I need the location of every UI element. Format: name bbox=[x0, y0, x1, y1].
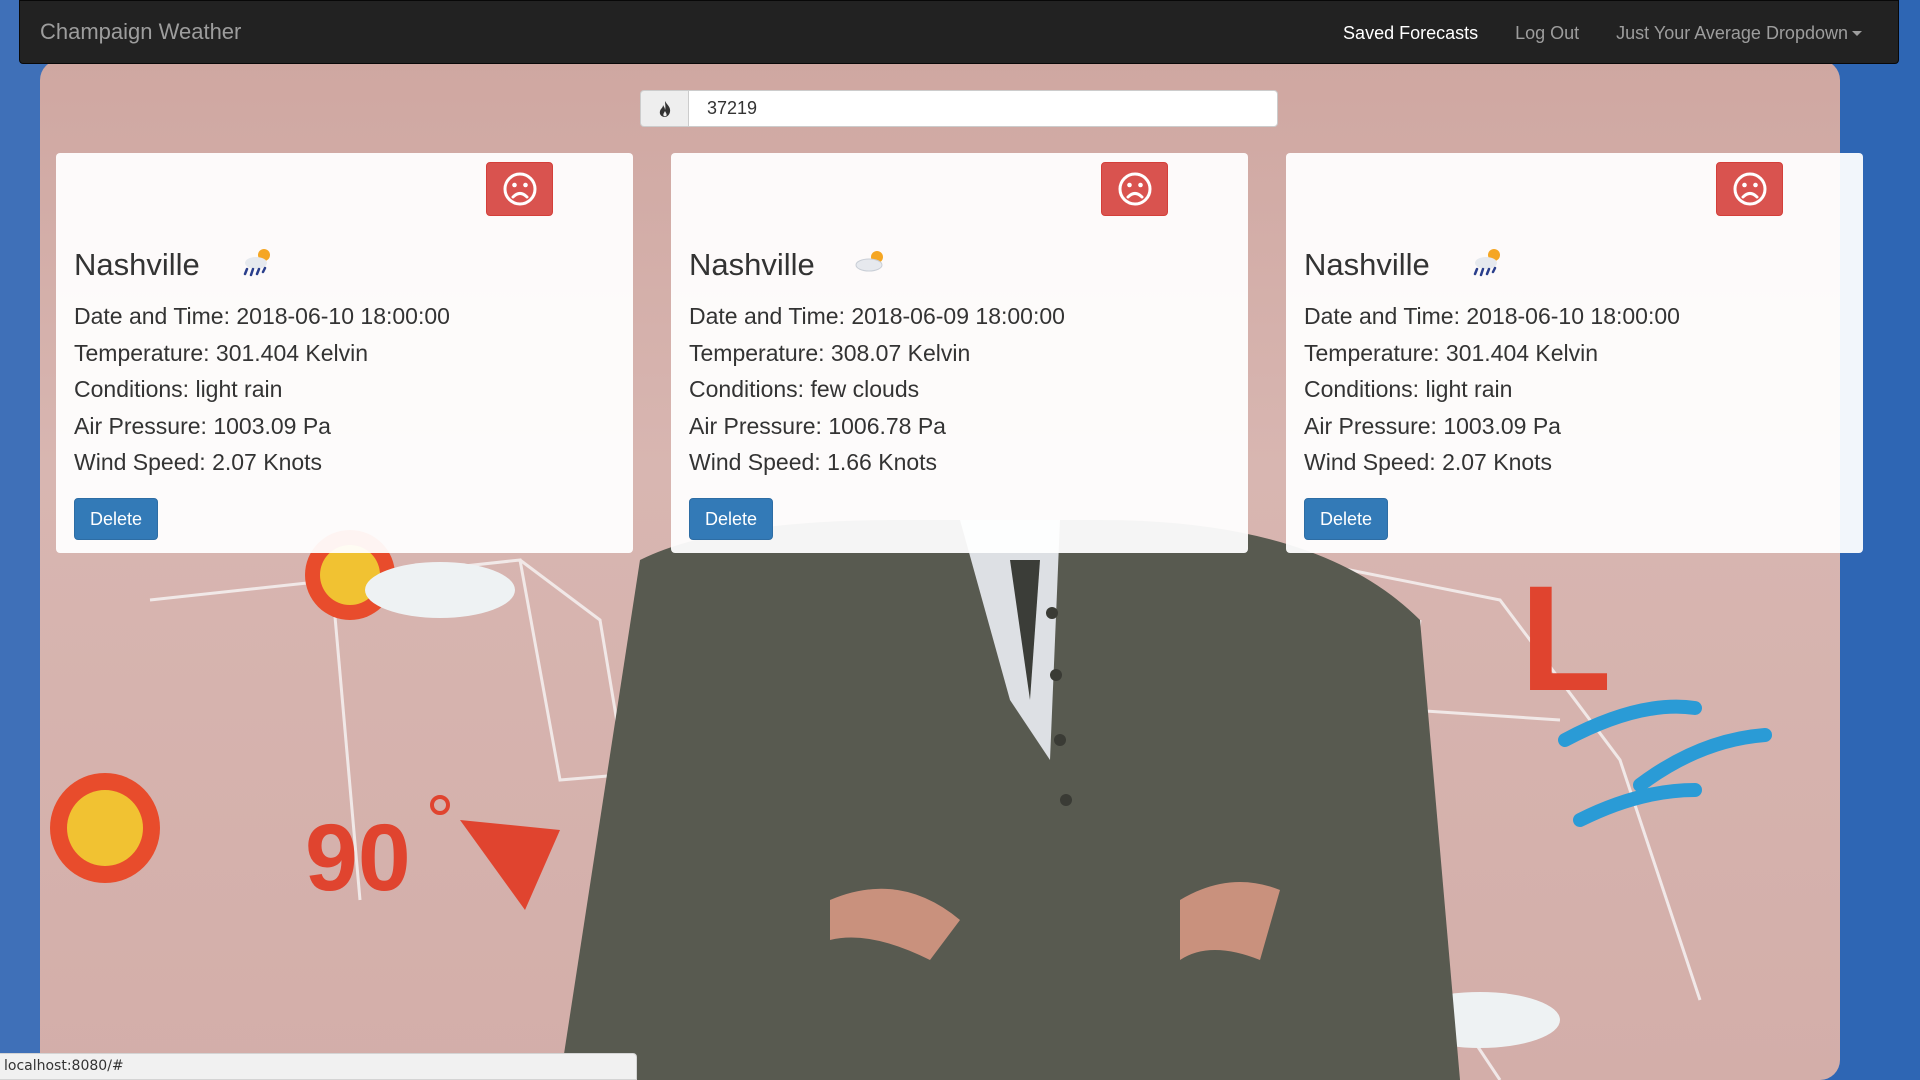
nav-dropdown-label: Just Your Average Dropdown bbox=[1616, 22, 1848, 43]
temperature: Temperature: 308.07 Kelvin bbox=[689, 339, 971, 366]
forecast-details: Date and Time: 2018-06-10 18:00:00 Tempe… bbox=[74, 298, 450, 481]
sad-face-icon bbox=[1733, 172, 1766, 206]
temperature: Temperature: 301.404 Kelvin bbox=[74, 339, 369, 366]
fire-icon[interactable] bbox=[640, 90, 688, 127]
nav-log-out[interactable]: Log Out bbox=[1515, 23, 1579, 44]
city-name: Nashville bbox=[1304, 247, 1430, 282]
top-navbar: Champaign Weather Saved Forecasts Log Ou… bbox=[19, 0, 1899, 64]
svg-text:L: L bbox=[1520, 554, 1612, 722]
nav-saved-forecasts[interactable]: Saved Forecasts bbox=[1343, 23, 1478, 44]
air-pressure: Air Pressure: 1003.09 Pa bbox=[1304, 412, 1561, 439]
sad-face-icon bbox=[1118, 172, 1151, 206]
zip-search-input[interactable] bbox=[688, 90, 1278, 127]
conditions: Conditions: few clouds bbox=[689, 376, 920, 402]
few-clouds-icon bbox=[855, 251, 883, 272]
date-time: Date and Time: 2018-06-09 18:00:00 bbox=[689, 303, 1065, 329]
city-name: Nashville bbox=[689, 247, 815, 282]
conditions: Conditions: light rain bbox=[74, 376, 283, 402]
sun-icon-left bbox=[50, 773, 160, 883]
light-rain-icon bbox=[1473, 249, 1500, 277]
wind-speed: Wind Speed: 2.07 Knots bbox=[74, 449, 323, 475]
temperature: Temperature: 301.404 Kelvin bbox=[1304, 339, 1599, 366]
forecast-details: Date and Time: 2018-06-09 18:00:00 Tempe… bbox=[689, 298, 1065, 481]
date-time: Date and Time: 2018-06-10 18:00:00 bbox=[74, 303, 450, 329]
forecast-card: Nashville Date and Time: 2018-06-10 18:0… bbox=[56, 153, 633, 553]
delete-button[interactable]: Delete bbox=[74, 498, 158, 540]
dislike-button[interactable] bbox=[1716, 162, 1783, 216]
forecast-card: Nashville Date and Time: 2018-06-09 18:0… bbox=[671, 153, 1248, 553]
delete-button[interactable]: Delete bbox=[689, 498, 773, 540]
status-bar-url: localhost:8080/# bbox=[0, 1053, 637, 1080]
brand-link[interactable]: Champaign Weather bbox=[40, 19, 241, 45]
light-rain-icon bbox=[243, 249, 270, 277]
sad-face-icon bbox=[503, 172, 536, 206]
nav-dropdown[interactable]: Just Your Average Dropdown bbox=[1616, 23, 1862, 44]
forecast-card: Nashville Date and Time: 2018-06-10 18:0… bbox=[1286, 153, 1863, 553]
delete-button[interactable]: Delete bbox=[1304, 498, 1388, 540]
svg-text:90: 90 bbox=[305, 805, 411, 911]
air-pressure: Air Pressure: 1006.78 Pa bbox=[689, 412, 946, 439]
wind-speed: Wind Speed: 2.07 Knots bbox=[1304, 449, 1553, 475]
forecast-details: Date and Time: 2018-06-10 18:00:00 Tempe… bbox=[1304, 298, 1680, 481]
caret-down-icon bbox=[1852, 31, 1862, 37]
conditions: Conditions: light rain bbox=[1304, 376, 1513, 402]
dislike-button[interactable] bbox=[486, 162, 553, 216]
air-pressure: Air Pressure: 1003.09 Pa bbox=[74, 412, 331, 439]
date-time: Date and Time: 2018-06-10 18:00:00 bbox=[1304, 303, 1680, 329]
dislike-button[interactable] bbox=[1101, 162, 1168, 216]
nav-links: Saved Forecasts Log Out Just Your Averag… bbox=[1343, 1, 1862, 65]
city-name: Nashville bbox=[74, 247, 200, 282]
wind-speed: Wind Speed: 1.66 Knots bbox=[689, 449, 938, 475]
zip-search-group bbox=[640, 90, 1278, 127]
